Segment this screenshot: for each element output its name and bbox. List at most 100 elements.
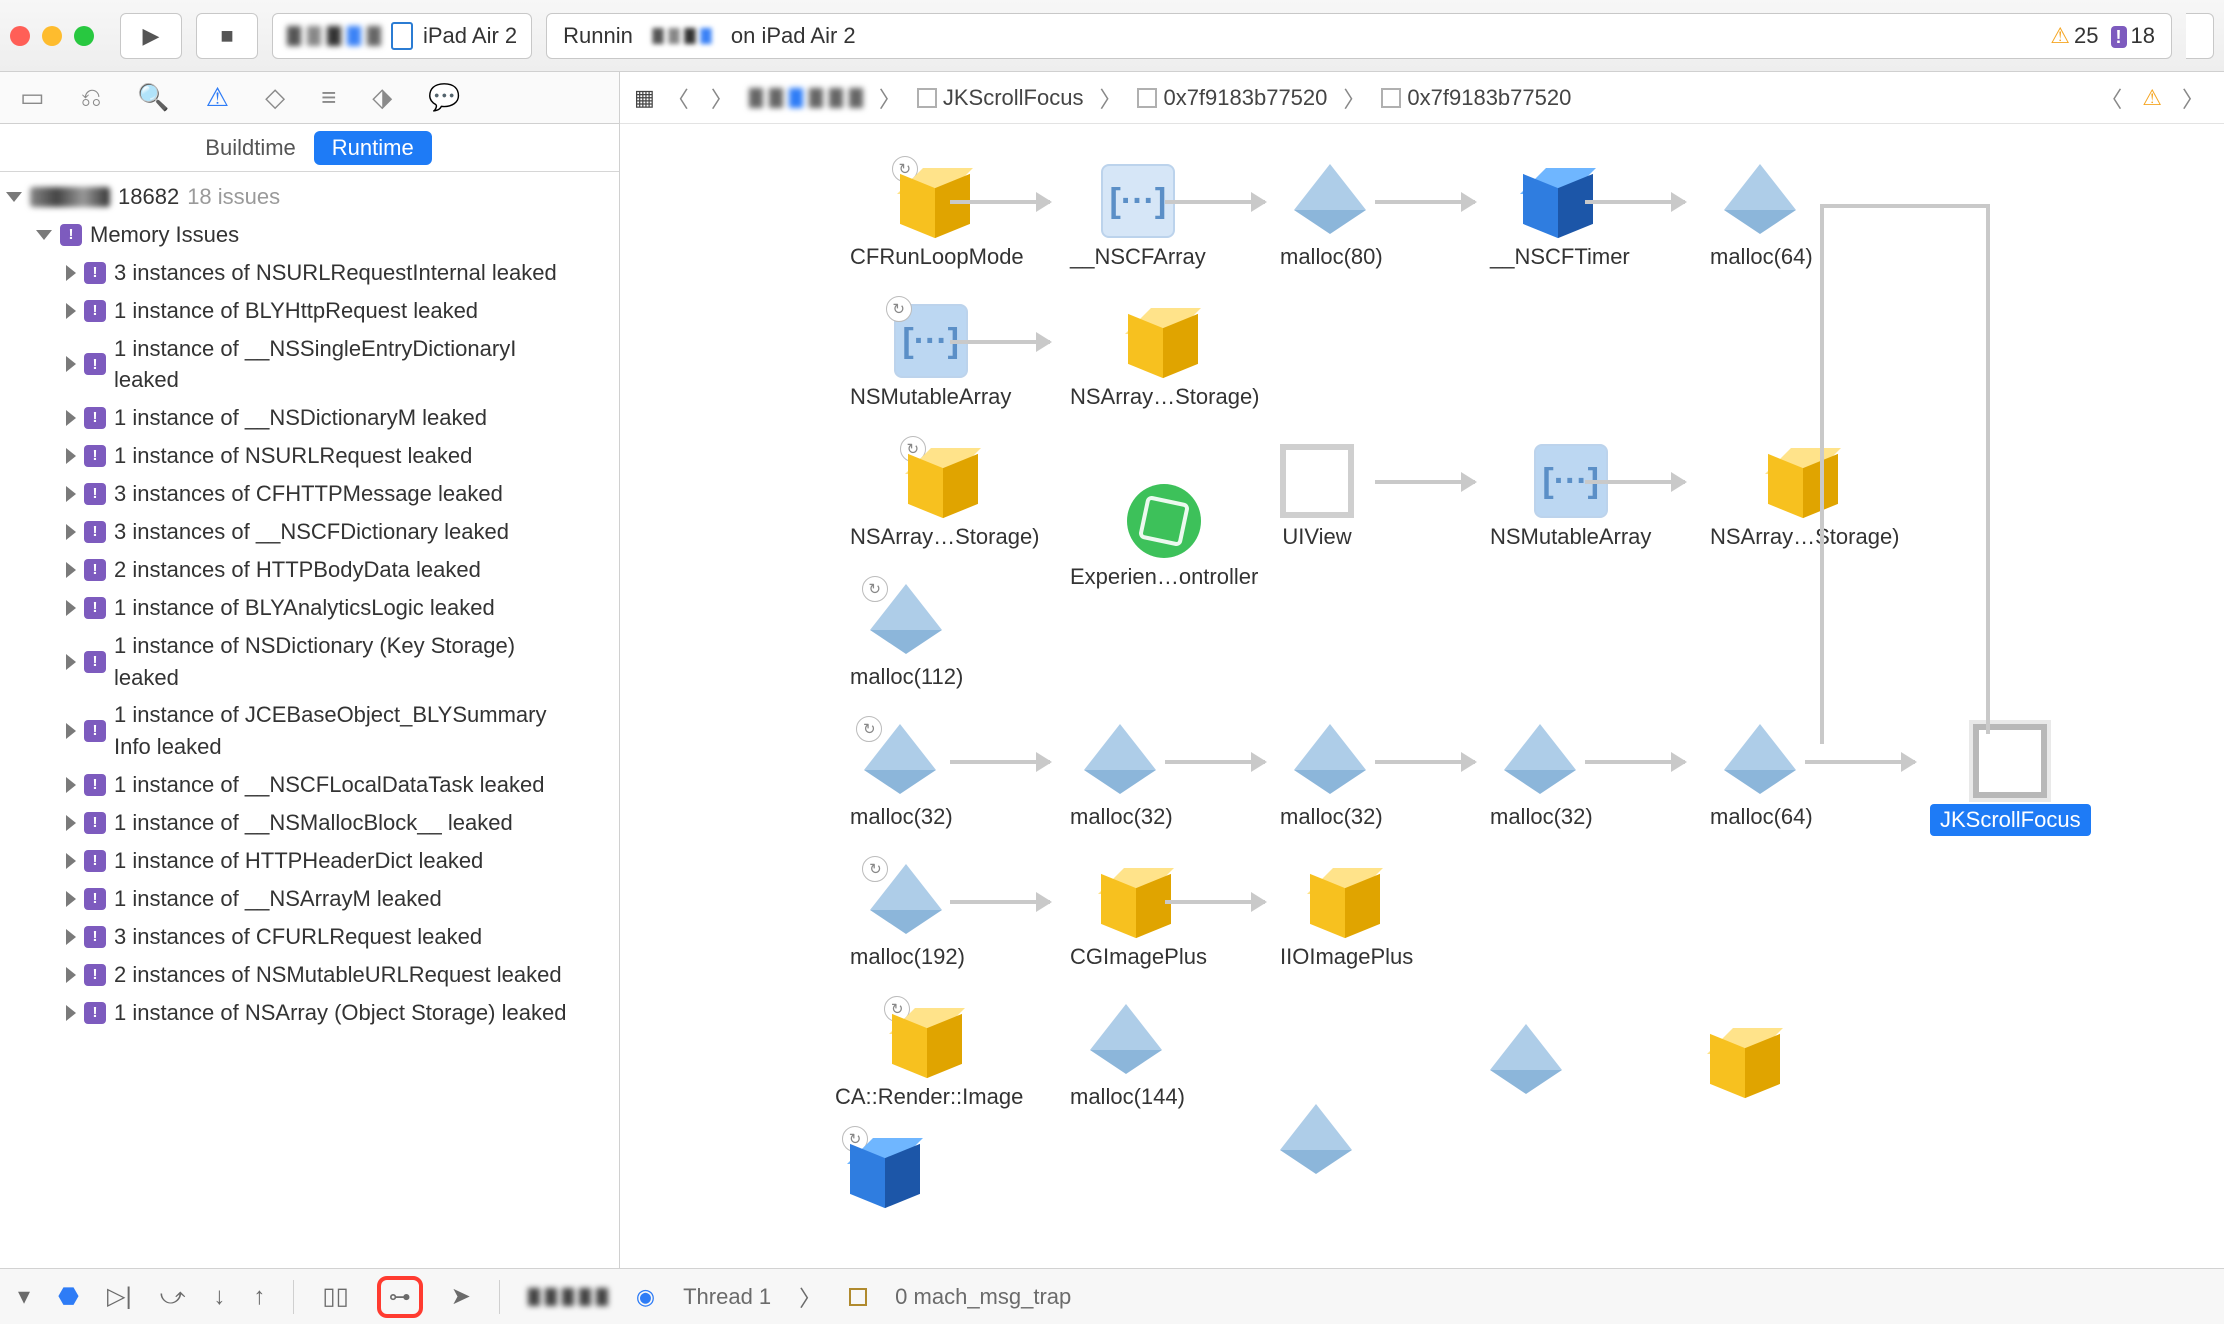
run-button[interactable]: ▶ [120, 13, 182, 59]
leak-row[interactable]: !1 instance of BLYAnalyticsLogic leaked [4, 589, 615, 627]
leak-row[interactable]: !3 instances of CFHTTPMessage leaked [4, 475, 615, 513]
find-navigator-icon[interactable]: 🔍 [137, 82, 169, 113]
graph-node[interactable]: malloc(32) [1490, 724, 1593, 830]
graph-node[interactable]: malloc(64) [1710, 164, 1813, 270]
graph-node[interactable]: NSArray…Storage) [1710, 444, 1900, 550]
continue-icon[interactable]: ▷| [107, 1282, 132, 1311]
disclosure-icon[interactable] [66, 562, 76, 578]
disclosure-icon[interactable] [66, 448, 76, 464]
leak-row[interactable]: !3 instances of __NSCFDictionary leaked [4, 513, 615, 551]
jump-bar-crumb[interactable]: JKScrollFocus [917, 85, 1084, 111]
hide-debug-area-icon[interactable]: ▾ [18, 1282, 30, 1311]
issue-navigator-icon[interactable]: ⚠ [206, 82, 229, 113]
graph-node[interactable]: ↻ CFRunLoopMode [850, 164, 1024, 270]
graph-node[interactable]: UIView [1280, 444, 1354, 550]
leak-row[interactable]: !2 instances of NSMutableURLRequest leak… [4, 956, 615, 994]
graph-node[interactable]: malloc(32) [1070, 724, 1173, 830]
jump-bar-crumb[interactable]: 0x7f9183b77520 [1137, 85, 1327, 111]
frame-label[interactable]: 0 mach_msg_trap [895, 1284, 1071, 1310]
zoom-icon[interactable] [74, 26, 94, 46]
view-debug-icon[interactable]: ▯▯ [322, 1282, 348, 1311]
leak-row[interactable]: !1 instance of NSURLRequest leaked [4, 437, 615, 475]
graph-node[interactable] [1710, 1024, 1784, 1098]
runtime-tab[interactable]: Runtime [314, 131, 432, 165]
report-navigator-icon[interactable]: 💬 [428, 82, 460, 113]
leak-row[interactable]: !3 instances of CFURLRequest leaked [4, 918, 615, 956]
disclosure-icon[interactable] [6, 192, 22, 202]
prev-issue-icon[interactable]: 〈 [2094, 82, 2128, 114]
graph-node[interactable]: malloc(144) [1070, 1004, 1185, 1110]
debug-navigator-icon[interactable]: ≡ [321, 82, 336, 113]
stop-button[interactable]: ■ [196, 13, 258, 59]
disclosure-icon[interactable] [66, 967, 76, 983]
graph-node[interactable]: malloc(64) [1710, 724, 1813, 830]
disclosure-icon[interactable] [66, 891, 76, 907]
graph-node[interactable] [1280, 1104, 1354, 1178]
scheme-selector[interactable]: iPad Air 2 [272, 13, 532, 59]
disclosure-icon[interactable] [66, 815, 76, 831]
minimize-icon[interactable] [42, 26, 62, 46]
disclosure-icon[interactable] [66, 524, 76, 540]
location-icon[interactable]: ➤ [451, 1282, 471, 1311]
memory-issues-group[interactable]: ! Memory Issues [4, 216, 615, 254]
disclosure-icon[interactable] [66, 777, 76, 793]
leak-row[interactable]: !1 instance of __NSSingleEntryDictionary… [4, 330, 615, 400]
graph-node[interactable]: malloc(32) [1280, 724, 1383, 830]
leak-row[interactable]: !1 instance of __NSCFLocalDataTask leake… [4, 766, 615, 804]
disclosure-icon[interactable] [66, 486, 76, 502]
leak-row[interactable]: !1 instance of BLYHttpRequest leaked [4, 292, 615, 330]
graph-node[interactable]: CGImagePlus [1070, 864, 1207, 970]
jump-bar-crumb[interactable]: 0x7f9183b77520 [1381, 85, 1571, 111]
memory-graph-canvas[interactable]: ↻ CFRunLoopMode [···] __NSCFArray malloc… [620, 124, 2224, 1268]
source-control-navigator-icon[interactable]: ⎌ [81, 82, 102, 114]
disclosure-icon[interactable] [66, 356, 76, 372]
disclosure-icon[interactable] [66, 265, 76, 281]
thread-label[interactable]: Thread 1 [683, 1284, 771, 1310]
disclosure-icon[interactable] [36, 230, 52, 240]
graph-node[interactable]: ↻ NSArray…Storage) [850, 444, 1040, 550]
graph-node[interactable] [1490, 1024, 1564, 1098]
leak-row[interactable]: !1 instance of __NSMallocBlock__ leaked [4, 804, 615, 842]
error-count[interactable]: !18 [2111, 23, 2155, 49]
breakpoint-navigator-icon[interactable]: ⬗ [372, 82, 392, 113]
graph-node[interactable]: ↻[···] NSMutableArray [850, 304, 1011, 410]
graph-node[interactable]: NSArray…Storage) [1070, 304, 1260, 410]
step-into-icon[interactable]: ↓ [213, 1283, 225, 1311]
graph-node[interactable]: ↻ [850, 1134, 924, 1208]
graph-node[interactable]: ↻ CA::Render::Image [835, 1004, 1023, 1110]
leak-row[interactable]: !1 instance of __NSArrayM leaked [4, 880, 615, 918]
leak-row[interactable]: !1 instance of HTTPHeaderDict leaked [4, 842, 615, 880]
step-over-icon[interactable]: ⤻ [160, 1283, 186, 1311]
disclosure-icon[interactable] [66, 1005, 76, 1021]
disclosure-icon[interactable] [66, 853, 76, 869]
buildtime-tab[interactable]: Buildtime [187, 131, 313, 165]
memory-graph-button[interactable]: ⊶ [377, 1276, 423, 1318]
leak-row[interactable]: !1 instance of JCEBaseObject_BLYSummary … [4, 696, 615, 766]
back-icon[interactable]: 〈 [661, 82, 695, 114]
forward-icon[interactable]: 〉 [705, 82, 739, 114]
activity-status-bar[interactable]: Runnin on iPad Air 2 25 !18 [546, 13, 2172, 59]
process-row[interactable]: 18682 18 issues [4, 178, 615, 216]
graph-node[interactable]: ↻ malloc(112) [850, 584, 963, 690]
related-items-icon[interactable]: ▦ [634, 85, 651, 111]
graph-node[interactable]: Experien…ontroller [1070, 484, 1258, 590]
disclosure-icon[interactable] [66, 303, 76, 319]
leak-row[interactable]: !1 instance of NSDictionary (Key Storage… [4, 627, 615, 697]
disclosure-icon[interactable] [66, 929, 76, 945]
graph-node[interactable]: IIOImagePlus [1280, 864, 1413, 970]
leak-row[interactable]: !1 instance of NSArray (Object Storage) … [4, 994, 615, 1032]
graph-node[interactable]: [···] __NSCFArray [1070, 164, 1206, 270]
graph-node[interactable]: ↻ malloc(192) [850, 864, 965, 970]
next-issue-icon[interactable]: 〉 [2176, 82, 2210, 114]
warning-count[interactable]: 25 [2050, 23, 2098, 49]
breakpoints-toggle-icon[interactable]: ⬣ [58, 1282, 79, 1311]
disclosure-icon[interactable] [66, 600, 76, 616]
graph-node[interactable]: [···] NSMutableArray [1490, 444, 1651, 550]
leak-row[interactable]: !2 instances of HTTPBodyData leaked [4, 551, 615, 589]
close-icon[interactable] [10, 26, 30, 46]
leak-row[interactable]: !3 instances of NSURLRequestInternal lea… [4, 254, 615, 292]
graph-node[interactable]: __NSCFTimer [1490, 164, 1630, 270]
leak-row[interactable]: !1 instance of __NSDictionaryM leaked [4, 399, 615, 437]
disclosure-icon[interactable] [66, 410, 76, 426]
issue-warning-icon[interactable]: ⚠ [2142, 85, 2162, 111]
